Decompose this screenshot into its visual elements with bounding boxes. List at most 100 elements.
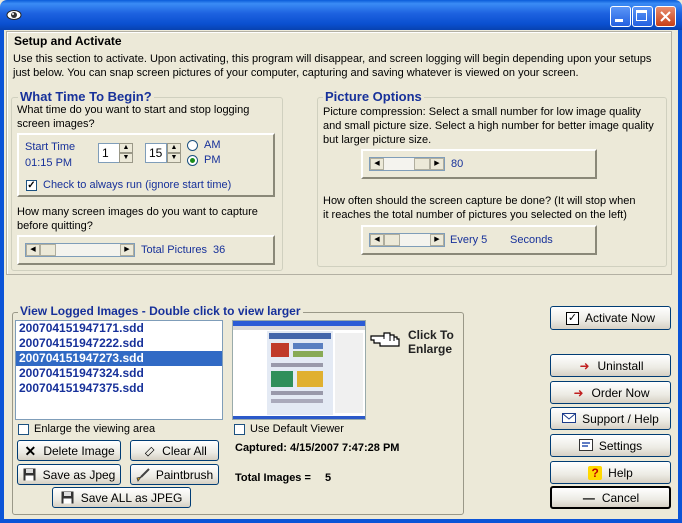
eye-icon[interactable] [6, 7, 22, 23]
thumb-image-6 [297, 371, 323, 387]
time-question-line-2: screen images? [17, 118, 95, 130]
settings-label: Settings [598, 438, 643, 453]
list-item[interactable]: 200704151947171.sdd [16, 321, 222, 336]
help-button[interactable]: ? Help [550, 461, 671, 484]
list-item[interactable]: 200704151947222.sdd [16, 336, 222, 351]
uninstall-button[interactable]: ➜ Uninstall [550, 354, 671, 377]
red-arrow-icon: ➜ [579, 358, 590, 373]
time-group-title: What Time To Begin? [18, 89, 154, 104]
setup-description-line-2: just below. You can snap screen pictures… [13, 67, 579, 79]
pm-radio[interactable] [187, 155, 198, 166]
list-item[interactable]: 200704151947324.sdd [16, 366, 222, 381]
uninstall-label: Uninstall [597, 358, 644, 373]
close-button[interactable] [655, 6, 676, 27]
screenshot-thumbnail[interactable] [232, 320, 366, 420]
slider-right-arrow-icon[interactable]: ▶ [430, 158, 444, 170]
thumb-header [269, 333, 331, 339]
hour-input[interactable]: 1 [98, 143, 120, 163]
minute-up-button[interactable]: ▲ [167, 143, 181, 153]
paintbrush-button[interactable]: Paintbrush [130, 464, 219, 485]
frequency-line-1: How often should the screen capture be d… [323, 195, 636, 207]
hour-down-button[interactable]: ▼ [119, 153, 133, 163]
save-all-jpeg-label: Save ALL as JPEG [80, 490, 183, 505]
minimize-button[interactable] [610, 6, 631, 27]
slider-thumb[interactable] [384, 234, 400, 246]
capture-question-line-2: before quitting? [17, 220, 93, 232]
maximize-button[interactable] [632, 6, 653, 27]
thumb-image-5 [271, 371, 293, 387]
total-pictures-label: Total Pictures [141, 244, 208, 256]
slider-right-arrow-icon[interactable]: ▶ [120, 244, 134, 256]
support-help-button[interactable]: Support / Help [550, 407, 671, 430]
list-item[interactable]: 200704151947273.sdd [16, 351, 222, 366]
red-arrow-icon: ➜ [573, 385, 584, 400]
list-item[interactable]: 200704151947375.sdd [16, 381, 222, 396]
floppy-disk-icon [23, 468, 37, 482]
thumb-image-7 [271, 391, 323, 395]
maximize-icon [636, 10, 647, 21]
file-list[interactable]: 200704151947171.sdd 200704151947222.sdd … [15, 320, 223, 420]
minimize-icon [615, 19, 623, 22]
close-icon [660, 11, 671, 22]
thumb-sidebar [335, 333, 363, 413]
picture-options-title: Picture Options [323, 89, 424, 104]
capture-question-line-1: How many screen images do you want to ca… [17, 206, 258, 218]
thumb-taskbar [233, 416, 365, 419]
clear-all-button[interactable]: ▭ Clear All [130, 440, 219, 461]
floppy-disk-icon [61, 491, 75, 505]
order-now-button[interactable]: ➜ Order Now [550, 381, 671, 404]
activate-now-button[interactable]: ✓ Activate Now [550, 306, 671, 330]
total-pictures-value: 36 [213, 244, 226, 256]
x-icon: ✕ [24, 442, 37, 459]
every-label: Every 5 [450, 234, 488, 246]
slider-right-arrow-icon[interactable]: ▶ [430, 234, 444, 246]
question-icon: ? [588, 465, 603, 480]
setup-title: Setup and Activate [14, 34, 122, 48]
activate-now-label: Activate Now [584, 311, 656, 325]
slider-left-arrow-icon[interactable]: ◀ [370, 234, 384, 246]
eraser-icon: ▭ [140, 441, 159, 460]
save-as-jpeg-button[interactable]: Save as Jpeg [17, 464, 121, 485]
save-as-jpeg-label: Save as Jpeg [42, 467, 116, 482]
title-bar [0, 0, 682, 30]
slider-thumb[interactable] [414, 158, 430, 170]
envelope-icon [562, 412, 577, 426]
compression-slider[interactable]: ◀ ▶ [369, 157, 445, 171]
thumb-image-4 [271, 363, 323, 367]
enlarge-area-checkbox[interactable] [18, 424, 29, 435]
default-viewer-checkbox[interactable] [234, 424, 245, 435]
cancel-label: Cancel [601, 490, 640, 505]
settings-button[interactable]: Settings [550, 434, 671, 457]
total-images-label: Total Images = [235, 472, 311, 484]
seconds-label: Seconds [510, 234, 553, 246]
delete-image-button[interactable]: ✕ Delete Image [17, 440, 121, 461]
cancel-button[interactable]: — Cancel [550, 486, 671, 509]
picture-desc-line-2: and small picture size. Select a high nu… [323, 120, 654, 132]
minute-input[interactable]: 15 [145, 143, 167, 163]
always-run-checkbox[interactable]: ✓ [26, 180, 37, 191]
hour-up-button[interactable]: ▲ [119, 143, 133, 153]
slider-thumb[interactable] [40, 244, 56, 256]
minute-down-button[interactable]: ▼ [167, 153, 181, 163]
setup-panel: Setup and Activate Use this section to a… [6, 31, 672, 275]
thumb-image-8 [271, 399, 323, 403]
delete-image-label: Delete Image [43, 443, 115, 458]
settings-icon [578, 438, 593, 453]
compression-value: 80 [451, 158, 464, 170]
thumb-image-3 [293, 351, 323, 357]
slider-left-arrow-icon[interactable]: ◀ [370, 158, 384, 170]
am-radio[interactable] [187, 140, 198, 151]
total-pictures-slider[interactable]: ◀ ▶ [25, 243, 135, 257]
time-question-line-1: What time do you want to start and stop … [17, 104, 250, 116]
enlarge-area-label: Enlarge the viewing area [34, 423, 156, 435]
thumb-image-2 [293, 343, 323, 349]
pm-label: PM [204, 154, 221, 166]
slider-left-arrow-icon[interactable]: ◀ [26, 244, 40, 256]
frequency-slider[interactable]: ◀ ▶ [369, 233, 445, 247]
picture-desc-line-3: but larger picture size. [323, 134, 432, 146]
save-all-jpeg-button[interactable]: Save ALL as JPEG [52, 487, 191, 508]
support-help-label: Support / Help [582, 411, 659, 426]
thumb-toolbar [233, 326, 365, 330]
pointing-hand-icon[interactable] [370, 329, 402, 349]
start-time-label: Start Time [25, 141, 76, 153]
